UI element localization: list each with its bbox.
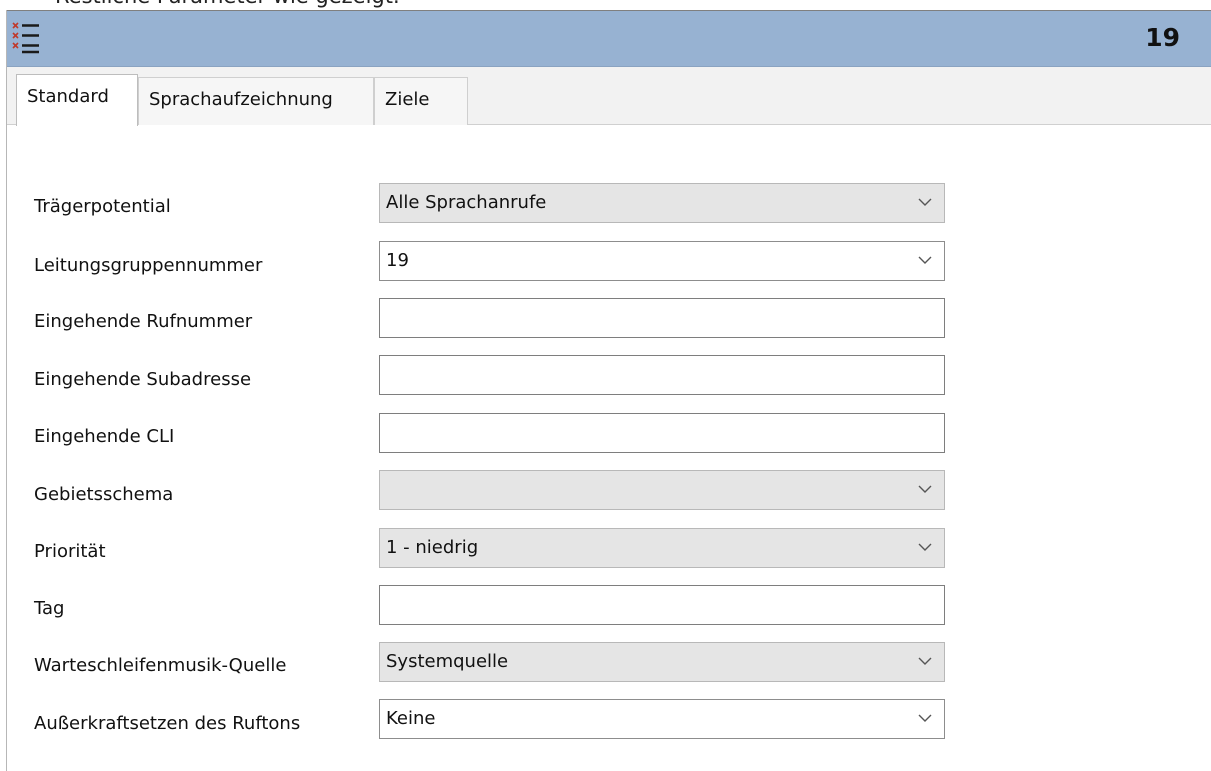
ruftons-value: Keine bbox=[386, 708, 436, 729]
traegerpotential-value: Alle Sprachanrufe bbox=[386, 192, 547, 213]
gebietsschema-dropdown[interactable] bbox=[379, 470, 945, 510]
prioritaet-dropdown[interactable]: 1 - niedrig bbox=[379, 528, 945, 568]
chevron-down-icon bbox=[918, 543, 932, 551]
title-number: 19 bbox=[1145, 23, 1180, 52]
warteschleifenmusik-dropdown[interactable]: Systemquelle bbox=[379, 642, 945, 682]
chevron-down-icon bbox=[918, 485, 932, 493]
eingehende-cli-label: Eingehende CLI bbox=[34, 426, 175, 447]
tag-input[interactable] bbox=[379, 585, 945, 625]
eingehende-subadresse-input[interactable] bbox=[379, 355, 945, 395]
eingehende-rufnummer-input[interactable] bbox=[379, 298, 945, 338]
prioritaet-label: Priorität bbox=[34, 541, 106, 562]
leitungsgruppennummer-combobox[interactable]: 19 bbox=[379, 241, 945, 281]
tab-standard[interactable]: Standard bbox=[16, 74, 138, 126]
prioritaet-value: 1 - niedrig bbox=[386, 537, 479, 558]
leitungsgruppennummer-label: Leitungsgruppennummer bbox=[34, 255, 263, 276]
leitungsgruppennummer-value: 19 bbox=[386, 250, 409, 271]
tab-sprachaufzeichnung[interactable]: Sprachaufzeichnung bbox=[138, 77, 374, 125]
chevron-down-icon bbox=[918, 657, 932, 665]
caption-text: Restliche Parameter wie gezeigt. bbox=[55, 0, 400, 8]
tag-label: Tag bbox=[34, 598, 65, 619]
gebietsschema-label: Gebietsschema bbox=[34, 484, 174, 505]
title-bar: 19 bbox=[7, 10, 1211, 67]
eingehende-cli-input[interactable] bbox=[379, 413, 945, 453]
ruftons-label: Außerkraftsetzen des Ruftons bbox=[34, 713, 301, 734]
warteschleifenmusik-label: Warteschleifenmusik-Quelle bbox=[34, 655, 287, 676]
chevron-down-icon bbox=[918, 714, 932, 722]
traegerpotential-label: Trägerpotential bbox=[34, 196, 171, 217]
warteschleifenmusik-value: Systemquelle bbox=[386, 651, 509, 672]
traegerpotential-dropdown[interactable]: Alle Sprachanrufe bbox=[379, 183, 945, 223]
chevron-down-icon bbox=[918, 198, 932, 206]
tab-strip: Standard Sprachaufzeichnung Ziele bbox=[7, 67, 1211, 126]
window: 19 Standard Sprachaufzeichnung Ziele Trä… bbox=[6, 10, 1211, 771]
eingehende-subadresse-label: Eingehende Subadresse bbox=[34, 369, 252, 390]
list-icon bbox=[12, 22, 39, 54]
chevron-down-icon bbox=[918, 256, 932, 264]
eingehende-rufnummer-label: Eingehende Rufnummer bbox=[34, 311, 253, 332]
tab-ziele[interactable]: Ziele bbox=[374, 77, 468, 125]
ruftons-combobox[interactable]: Keine bbox=[379, 699, 945, 739]
